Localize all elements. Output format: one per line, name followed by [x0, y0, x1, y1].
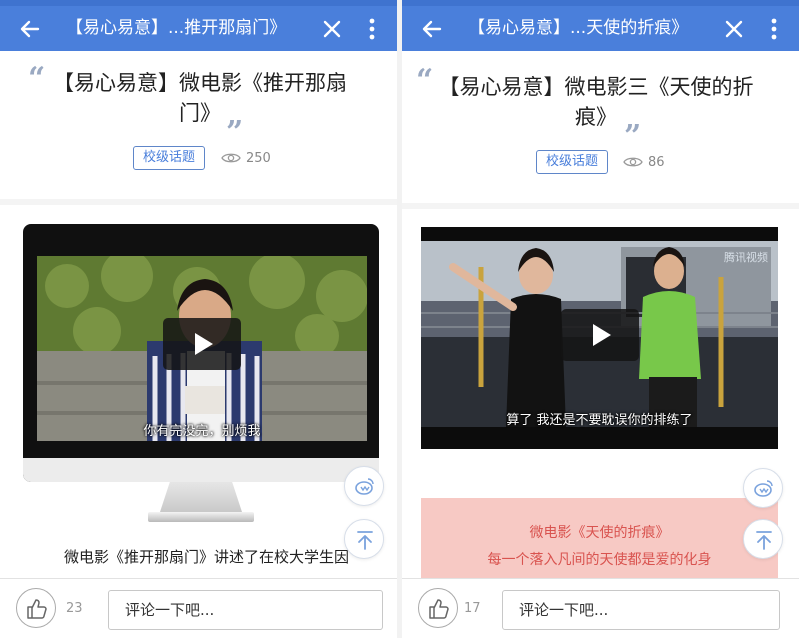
article-description: 微电影《推开那扇门》讲述了在校大学生因	[64, 548, 350, 566]
app-bar-title: 【易心易意】...天使的折痕》	[468, 18, 689, 38]
weibo-share-button[interactable]	[344, 466, 384, 506]
article-panel-left: 【易心易意】...推开那扇门》 “ 【易心易意】微电影《推开那扇 门》 ” 校级…	[0, 0, 397, 638]
monitor-stand	[160, 482, 242, 512]
close-quote-icon: ”	[624, 119, 642, 154]
play-button[interactable]	[163, 318, 241, 370]
video-subtitle: 你有完没完，别烦我	[143, 424, 261, 439]
comment-input[interactable]: 评论一下吧...	[502, 590, 780, 630]
like-button[interactable]	[418, 588, 458, 628]
play-button[interactable]	[561, 309, 639, 361]
app-bar: 【易心易意】...天使的折痕》	[402, 6, 799, 51]
bottom-bar: 23 评论一下吧...	[0, 578, 397, 638]
topic-tag[interactable]: 校级话题	[536, 150, 609, 174]
promo-line1: 微电影《天使的折痕》	[529, 525, 670, 541]
article-title-line1: 【易心易意】微电影《推开那扇	[53, 71, 347, 95]
article-title-line1: 【易心易意】微电影三《天使的折	[438, 75, 754, 99]
close-quote-icon: ”	[226, 115, 244, 150]
eye-icon	[221, 153, 241, 163]
open-quote-icon: “	[416, 63, 434, 98]
arrow-up-icon	[357, 531, 373, 550]
promo-banner: 微电影《天使的折痕》 每一个落入凡间的天使都是爱的化身	[421, 498, 778, 578]
article-title-line2: 门》	[179, 101, 221, 125]
article-title-line2: 痕》	[575, 105, 617, 129]
arrow-up-icon	[756, 531, 772, 550]
video-subtitle: 算了 我还是不要耽误你的排练了	[506, 413, 693, 428]
bottom-bar: 17 评论一下吧...	[402, 578, 799, 638]
video-player[interactable]: 你有完没完，别烦我	[37, 256, 367, 441]
scroll-top-button[interactable]	[344, 519, 384, 559]
weibo-icon	[754, 480, 773, 497]
more-vertical-icon[interactable]	[362, 15, 382, 43]
video-player[interactable]: 腾讯视频 算了 我还是不要耽误你的排练了	[421, 227, 778, 449]
app-bar-title: 【易心易意】...推开那扇门》	[66, 18, 287, 38]
view-count: 86	[648, 155, 665, 170]
section-divider	[0, 199, 397, 205]
section-divider	[402, 203, 799, 209]
article-title: 【易心易意】微电影三《天使的折 痕》	[436, 72, 756, 132]
article-panel-right: 【易心易意】...天使的折痕》 “ 【易心易意】微电影三《天使的折 痕》 ” 校…	[402, 0, 799, 638]
weibo-share-button[interactable]	[743, 468, 783, 508]
topic-tag[interactable]: 校级话题	[133, 146, 206, 170]
promo-line2: 每一个落入凡间的天使都是爱的化身	[487, 552, 712, 568]
arrow-left-icon[interactable]	[16, 15, 44, 43]
like-count: 17	[464, 601, 481, 616]
like-button[interactable]	[16, 588, 56, 628]
monitor-chin	[23, 458, 379, 482]
close-icon[interactable]	[318, 15, 346, 43]
weibo-icon	[355, 478, 374, 495]
more-vertical-icon[interactable]	[764, 15, 784, 43]
video-watermark: 腾讯视频	[724, 251, 768, 264]
thumbs-up-icon	[27, 599, 47, 619]
comment-input[interactable]: 评论一下吧...	[108, 590, 383, 630]
thumbs-up-icon	[429, 599, 449, 619]
article-title: 【易心易意】微电影《推开那扇 门》	[40, 68, 360, 128]
close-icon[interactable]	[720, 15, 748, 43]
scroll-top-button[interactable]	[743, 519, 783, 559]
eye-icon	[623, 157, 643, 167]
monitor-base	[148, 512, 254, 522]
view-count: 250	[246, 151, 271, 166]
arrow-left-icon[interactable]	[418, 15, 446, 43]
like-count: 23	[66, 601, 83, 616]
app-bar: 【易心易意】...推开那扇门》	[0, 6, 397, 51]
